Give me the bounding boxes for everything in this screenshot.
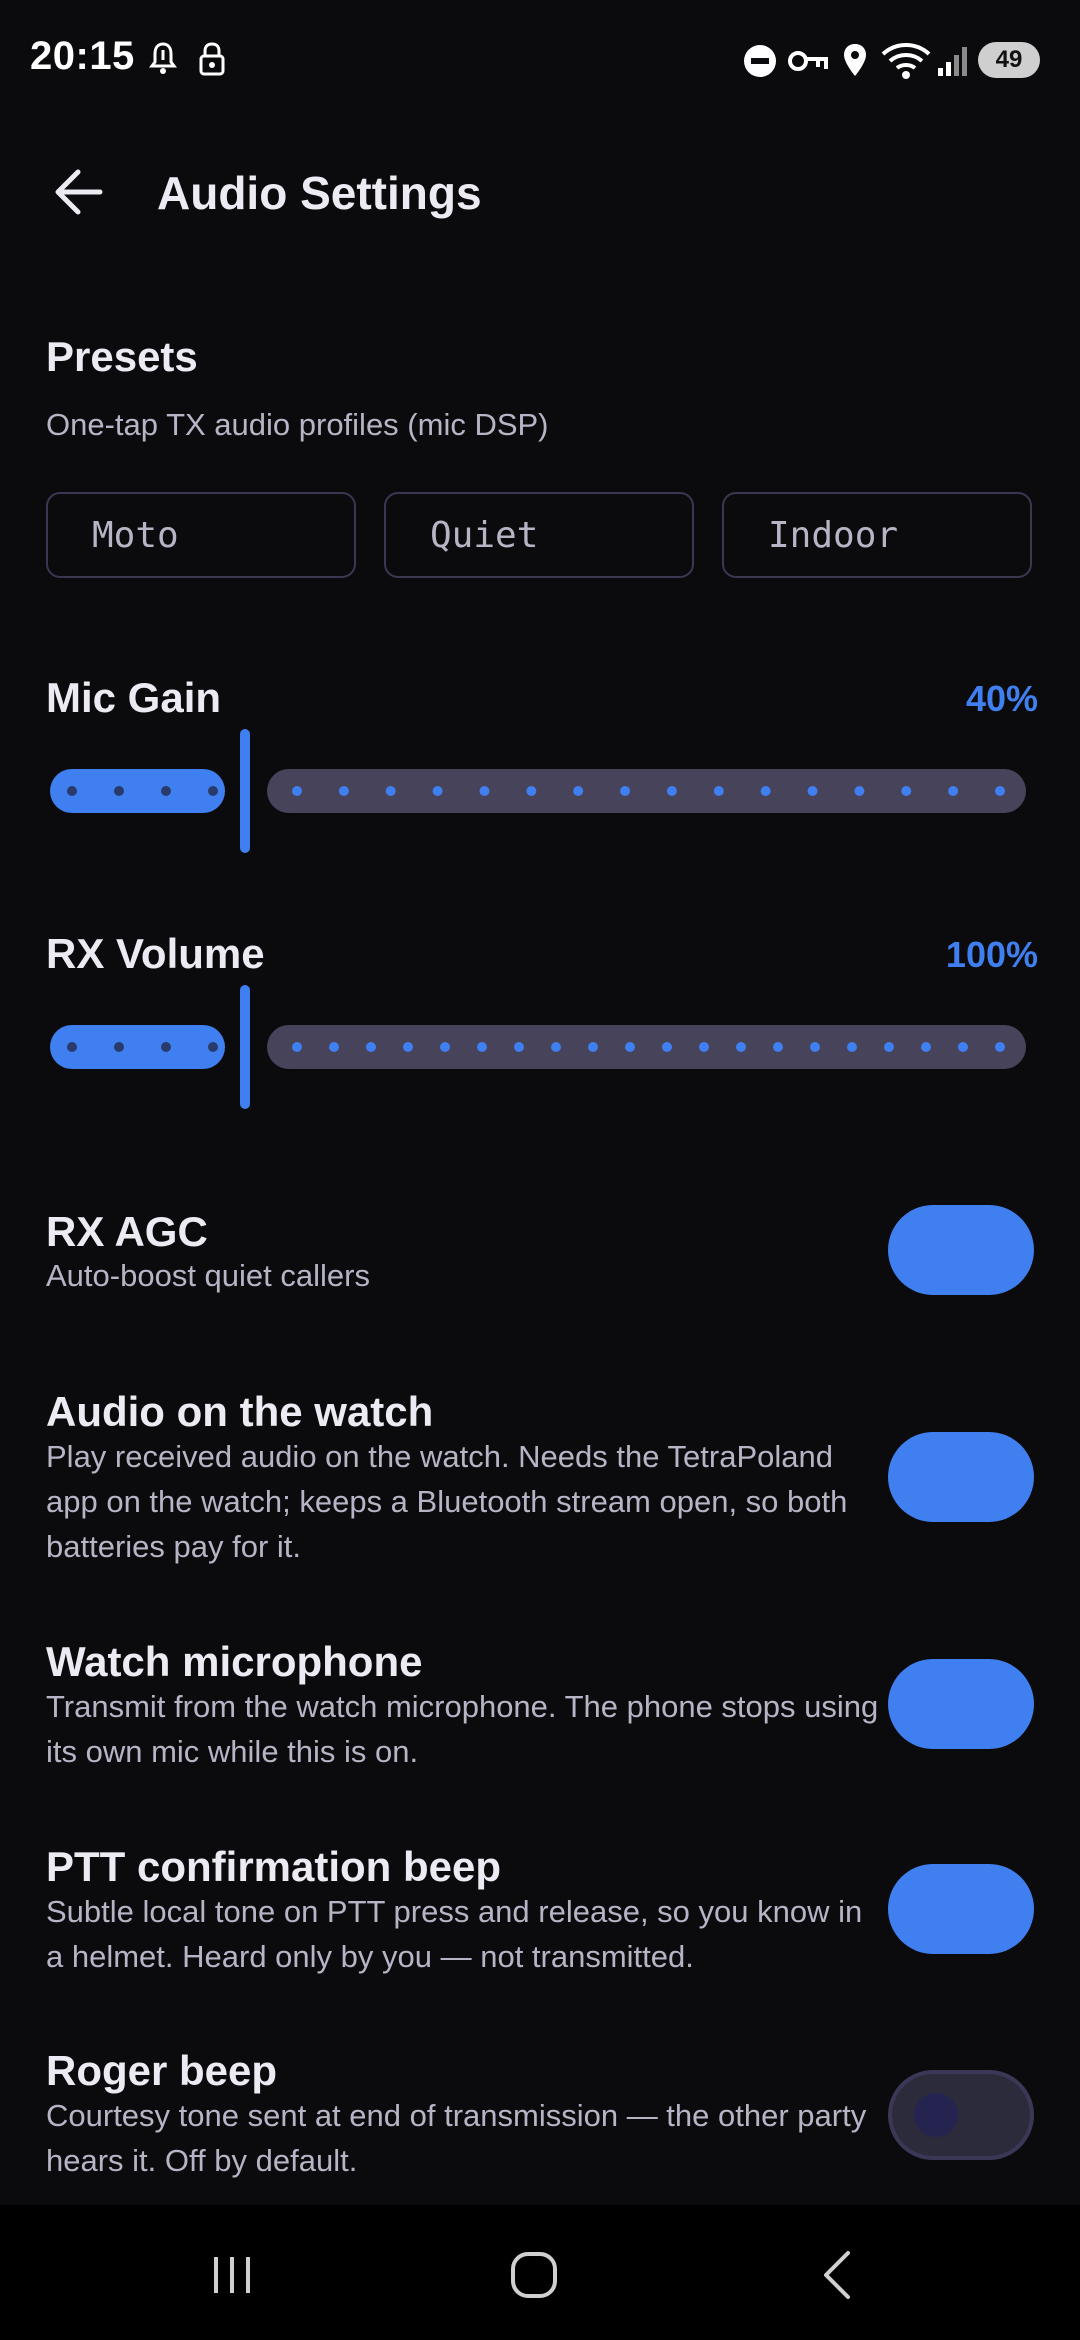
slider-tick: [292, 786, 302, 796]
slider-tick: [208, 1042, 218, 1052]
wifi-icon: [880, 40, 932, 85]
slider-inactive-track: [267, 769, 1026, 813]
slider-tick: [901, 786, 912, 796]
roger-beep-description: Courtesy tone sent at end of transmissio…: [46, 2098, 867, 2178]
recent-apps-button[interactable]: [192, 2235, 272, 2315]
slider-tick: [440, 1042, 450, 1052]
watch-microphone-title: Watch microphone: [46, 1638, 423, 1685]
slider-inactive-track: [267, 1025, 1026, 1069]
audio-on-watch-title: Audio on the watch: [46, 1388, 434, 1435]
mic-gain-label: Mic Gain: [46, 674, 222, 721]
presets-title: Presets: [46, 333, 198, 380]
ptt-beep-description: Subtle local tone on PTT press and relea…: [46, 1894, 863, 1974]
slider-tick: [884, 1042, 894, 1052]
mic-gain-value: 40%: [965, 678, 1038, 719]
slider-tick: [666, 786, 677, 796]
slider-tick: [67, 786, 77, 796]
roger-beep-title: Roger beep: [46, 2047, 278, 2094]
slider-tick: [773, 1042, 783, 1052]
ptt-beep-title: PTT confirmation beep: [46, 1843, 502, 1890]
rx-agc-toggle[interactable]: [888, 1205, 1034, 1295]
slider-tick: [807, 786, 818, 796]
slider-tick: [921, 1042, 931, 1052]
slider-tick: [292, 1042, 302, 1052]
slider-tick: [403, 1042, 413, 1052]
slider-tick: [995, 1042, 1005, 1052]
slider-tick: [854, 786, 865, 796]
roger-beep-toggle[interactable]: [888, 2070, 1034, 2160]
mic-gain-slider[interactable]: [46, 725, 1030, 855]
slider-tick: [366, 1042, 376, 1052]
signal-icon: [936, 44, 972, 83]
slider-tick: [208, 786, 218, 796]
audio-settings-screen: 20:15 49 Audio Settings Presets One-tap …: [0, 0, 1080, 2340]
slider-tick: [385, 786, 396, 796]
location-icon: [842, 42, 868, 83]
slider-tick: [432, 786, 443, 796]
slider-tick: [810, 1042, 820, 1052]
recent-apps-icon: [214, 2257, 250, 2293]
slider-tick: [329, 1042, 339, 1052]
arrow-back-icon: [55, 169, 103, 215]
slider-tick: [114, 1042, 124, 1052]
slider-tick: [699, 1042, 709, 1052]
presets-subtitle: One-tap TX audio profiles (mic DSP): [46, 407, 549, 442]
slider-tick: [847, 1042, 857, 1052]
slider-tick: [114, 786, 124, 796]
slider-tick: [958, 1042, 968, 1052]
slider-tick: [479, 786, 490, 796]
slider-thumb: [240, 729, 250, 853]
slider-thumb: [240, 985, 250, 1109]
slider-tick: [588, 1042, 598, 1052]
slider-tick: [526, 786, 537, 796]
slider-tick: [477, 1042, 487, 1052]
slider-tick: [760, 786, 771, 796]
rx-volume-label: RX Volume: [46, 930, 265, 977]
audio-on-watch-toggle[interactable]: [888, 1432, 1034, 1522]
rx-agc-title: RX AGC: [46, 1208, 208, 1255]
slider-tick: [67, 1042, 77, 1052]
nav-back-button[interactable]: [798, 2235, 878, 2315]
audio-on-watch-description: Play received audio on the watch. Needs …: [46, 1439, 848, 1564]
notification-bell-icon: [148, 40, 178, 81]
slider-tick: [551, 1042, 561, 1052]
vpn-key-icon: [788, 48, 828, 79]
ptt-beep-toggle[interactable]: [888, 1864, 1034, 1954]
lock-icon: [196, 40, 228, 83]
home-button[interactable]: [494, 2235, 574, 2315]
slider-tick: [625, 1042, 635, 1052]
slider-tick: [995, 786, 1005, 796]
slider-tick: [161, 786, 171, 796]
watch-microphone-description: Transmit from the watch microphone. The …: [46, 1689, 879, 1769]
slider-tick: [338, 786, 349, 796]
slider-tick: [662, 1042, 672, 1052]
preset-indoor-button[interactable]: Indoor: [722, 492, 1032, 578]
home-icon: [511, 2252, 557, 2298]
slider-tick: [573, 786, 584, 796]
system-nav-bar: [0, 2205, 1080, 2340]
do-not-disturb-icon: [743, 44, 777, 83]
rx-volume-value: 100%: [945, 934, 1038, 975]
slider-tick: [713, 786, 724, 796]
watch-microphone-toggle[interactable]: [888, 1659, 1034, 1749]
preset-moto-button[interactable]: Moto: [46, 492, 356, 578]
battery-indicator: 49: [978, 42, 1040, 78]
slider-tick: [736, 1042, 746, 1052]
toggle-knob: [914, 2093, 958, 2137]
rx-volume-slider[interactable]: [46, 981, 1030, 1111]
status-time: 20:15: [30, 34, 135, 78]
slider-tick: [161, 1042, 171, 1052]
nav-back-icon: [824, 2251, 850, 2299]
page-title: Audio Settings: [157, 167, 482, 219]
slider-tick: [948, 786, 959, 796]
slider-tick: [514, 1042, 524, 1052]
preset-quiet-button[interactable]: Quiet: [384, 492, 694, 578]
rx-agc-description: Auto-boost quiet callers: [46, 1258, 370, 1293]
slider-tick: [620, 786, 631, 796]
status-bar: 20:15 49: [0, 0, 1080, 120]
back-button[interactable]: [46, 160, 110, 224]
